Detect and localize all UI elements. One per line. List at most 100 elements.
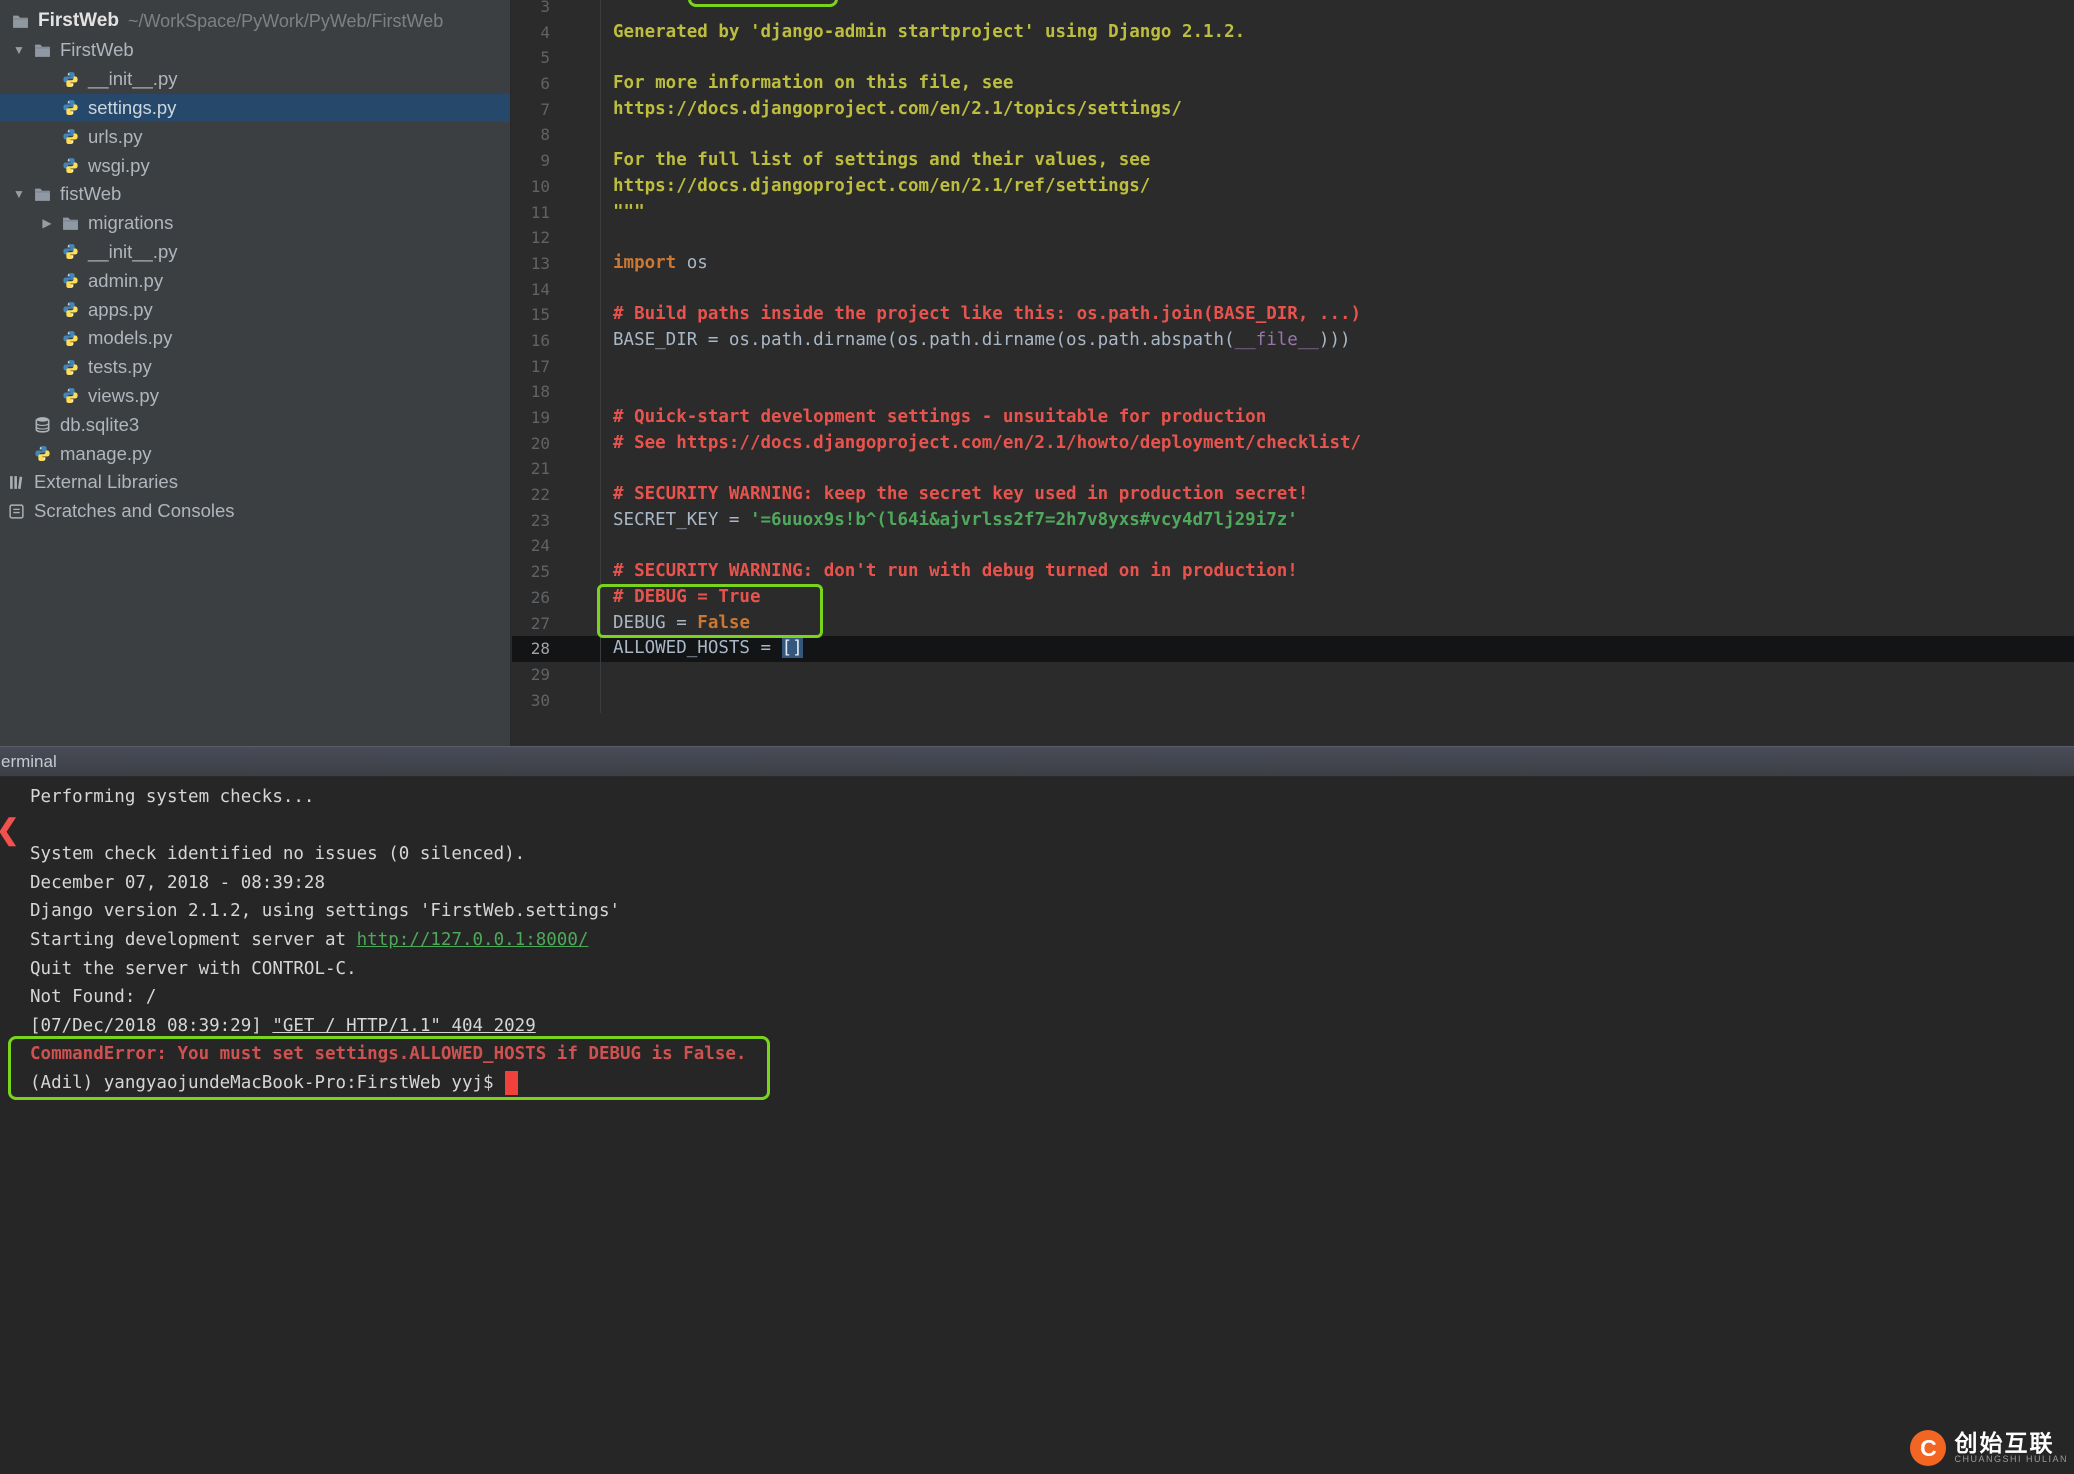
chevron-down-icon[interactable]: ▼ — [6, 43, 32, 57]
tree-item-models-py[interactable]: models.py — [0, 324, 510, 353]
line-number[interactable]: 17 — [512, 353, 601, 380]
line-number[interactable]: 15 — [512, 302, 601, 328]
terminal-line-8: [07/Dec/2018 08:39:29] "GET / HTTP/1.1" … — [30, 1012, 2074, 1041]
line-number[interactable]: 22 — [512, 482, 601, 508]
tree-item-urls-py[interactable]: urls.py — [0, 122, 510, 151]
tree-item-settings-py[interactable]: settings.py — [0, 93, 510, 123]
python-icon — [60, 272, 80, 290]
code-line-4[interactable]: 4 Generated by 'django-admin startproject… — [512, 19, 2074, 46]
code-text: https://docs.djangoproject.com/en/2.1/re… — [613, 175, 1151, 196]
code-line-22[interactable]: 22 # SECURITY WARNING: keep the secret ke… — [512, 482, 2074, 508]
tree-item-migrations[interactable]: ▶ migrations — [0, 209, 510, 238]
code-line-19[interactable]: 19 # Quick-start development settings - u… — [512, 405, 2074, 431]
code-line-23[interactable]: 23 SECRET_KEY = '=6uuox9s!b^(l64i&ajvrlss… — [512, 507, 2074, 534]
rerun-icon[interactable] — [0, 816, 19, 844]
line-number[interactable]: 12 — [512, 225, 601, 251]
line-number[interactable]: 20 — [512, 430, 601, 457]
line-number[interactable]: 27 — [512, 610, 601, 637]
code-line-20[interactable]: 20 # See https://docs.djangoproject.com/e… — [512, 430, 2074, 457]
folder-icon — [10, 12, 30, 30]
line-number[interactable]: 11 — [512, 199, 601, 226]
code-line-17[interactable]: 17 — [512, 353, 2074, 380]
code-line-3[interactable]: 3 — [512, 0, 2074, 20]
tree-item-admin-py[interactable]: admin.py — [0, 266, 510, 295]
terminal-text: Not Found: / — [30, 987, 157, 1008]
line-number[interactable]: 28 — [512, 636, 601, 662]
code-line-9[interactable]: 9 For the full list of settings and their… — [512, 148, 2074, 174]
tree-item-external-libraries[interactable]: External Libraries — [0, 468, 510, 497]
line-number[interactable]: 21 — [512, 456, 601, 483]
code-line-12[interactable]: 12 — [512, 225, 2074, 251]
code-line-6[interactable]: 6 For more information on this file, see — [512, 71, 2074, 97]
code-line-24[interactable]: 24 — [512, 533, 2074, 560]
tree-item-views-py[interactable]: views.py — [0, 382, 510, 411]
python-icon — [60, 387, 80, 405]
code-line-16[interactable]: 16 BASE_DIR = os.path.dirname(os.path.dir… — [512, 327, 2074, 354]
code-line-29[interactable]: 29 — [512, 661, 2074, 688]
line-number[interactable]: 23 — [512, 507, 601, 534]
line-number[interactable]: 14 — [512, 276, 601, 303]
line-number[interactable]: 8 — [512, 122, 601, 149]
terminal-output[interactable]: Performing system checks... System check … — [0, 777, 2074, 1098]
line-number[interactable]: 19 — [512, 405, 601, 431]
code-line-11[interactable]: 11 """ — [512, 199, 2074, 226]
line-number[interactable]: 18 — [512, 379, 601, 405]
line-number[interactable]: 6 — [512, 71, 601, 97]
code-line-8[interactable]: 8 — [512, 122, 2074, 149]
tree-item-firstweb[interactable]: ▼ FirstWeb — [0, 36, 510, 65]
line-number[interactable]: 24 — [512, 533, 601, 560]
line-number[interactable]: 16 — [512, 327, 601, 354]
code-line-7[interactable]: 7 https://docs.djangoproject.com/en/2.1/t… — [512, 96, 2074, 123]
code-line-25[interactable]: 25 # SECURITY WARNING: don't run with deb… — [512, 559, 2074, 585]
line-number[interactable]: 5 — [512, 45, 601, 72]
line-number[interactable]: 10 — [512, 173, 601, 200]
chevron-right-icon[interactable]: ▶ — [34, 216, 60, 230]
code-line-13[interactable]: 13 import os — [512, 250, 2074, 277]
folder-icon — [60, 214, 80, 232]
terminal-line-10: (Adil) yangyaojundeMacBook-Pro:FirstWeb … — [30, 1069, 2074, 1098]
line-number[interactable]: 30 — [512, 687, 601, 714]
line-number[interactable]: 9 — [512, 148, 601, 174]
terminal-tab[interactable]: erminal — [0, 746, 2074, 777]
code-line-14[interactable]: 14 — [512, 276, 2074, 303]
tree-item-manage-py[interactable]: manage.py — [0, 439, 510, 468]
code-line-30[interactable]: 30 — [512, 687, 2074, 714]
line-number[interactable]: 4 — [512, 19, 601, 46]
tree-item-wsgi-py[interactable]: wsgi.py — [0, 151, 510, 180]
tree-item-db-sqlite3[interactable]: db.sqlite3 — [0, 410, 510, 439]
chevron-down-icon[interactable]: ▼ — [6, 187, 32, 201]
terminal-line-2: System check identified no issues (0 sil… — [30, 840, 2074, 869]
tree-item-init-py[interactable]: __init__.py — [0, 238, 510, 267]
project-root-row[interactable]: FirstWeb ~/WorkSpace/PyWork/PyWeb/FirstW… — [0, 6, 510, 36]
code-line-21[interactable]: 21 — [512, 456, 2074, 483]
tree-item-apps-py[interactable]: apps.py — [0, 295, 510, 324]
code-line-18[interactable]: 18 — [512, 379, 2074, 405]
python-icon — [60, 99, 80, 117]
code-line-28[interactable]: 28 ALLOWED_HOSTS = [] — [512, 636, 2074, 662]
tree-item-tests-py[interactable]: tests.py — [0, 353, 510, 382]
tree-item-init-py[interactable]: __init__.py — [0, 65, 510, 94]
code-line-26[interactable]: 26 # DEBUG = True — [512, 584, 2074, 611]
editor-pane[interactable]: 3 4 Generated by 'django-admin startprojec… — [512, 0, 2074, 746]
code-line-10[interactable]: 10 https://docs.djangoproject.com/en/2.1/… — [512, 173, 2074, 200]
terminal-text: Performing system checks... — [30, 787, 315, 807]
line-number[interactable]: 26 — [512, 584, 601, 611]
line-number[interactable]: 3 — [512, 0, 601, 20]
code-line-15[interactable]: 15 # Build paths inside the project like … — [512, 302, 2074, 328]
code-text: # SECURITY WARNING: don't run with debug… — [613, 561, 1298, 582]
line-number[interactable]: 29 — [512, 661, 601, 688]
python-icon — [60, 128, 80, 146]
line-number[interactable]: 13 — [512, 250, 601, 277]
code-line-5[interactable]: 5 — [512, 45, 2074, 72]
tree-item-fistweb[interactable]: ▼ fistWeb — [0, 180, 510, 209]
line-number[interactable]: 7 — [512, 96, 601, 123]
terminal-link[interactable]: http://127.0.0.1:8000/ — [357, 930, 589, 950]
folder-icon — [32, 185, 52, 203]
python-icon — [60, 358, 80, 376]
tree-item-label: External Libraries — [34, 471, 178, 493]
code-line-27[interactable]: 27 DEBUG = False — [512, 610, 2074, 637]
line-number[interactable]: 25 — [512, 559, 601, 585]
tree-item-scratches-and-consoles[interactable]: Scratches and Consoles — [0, 497, 510, 526]
